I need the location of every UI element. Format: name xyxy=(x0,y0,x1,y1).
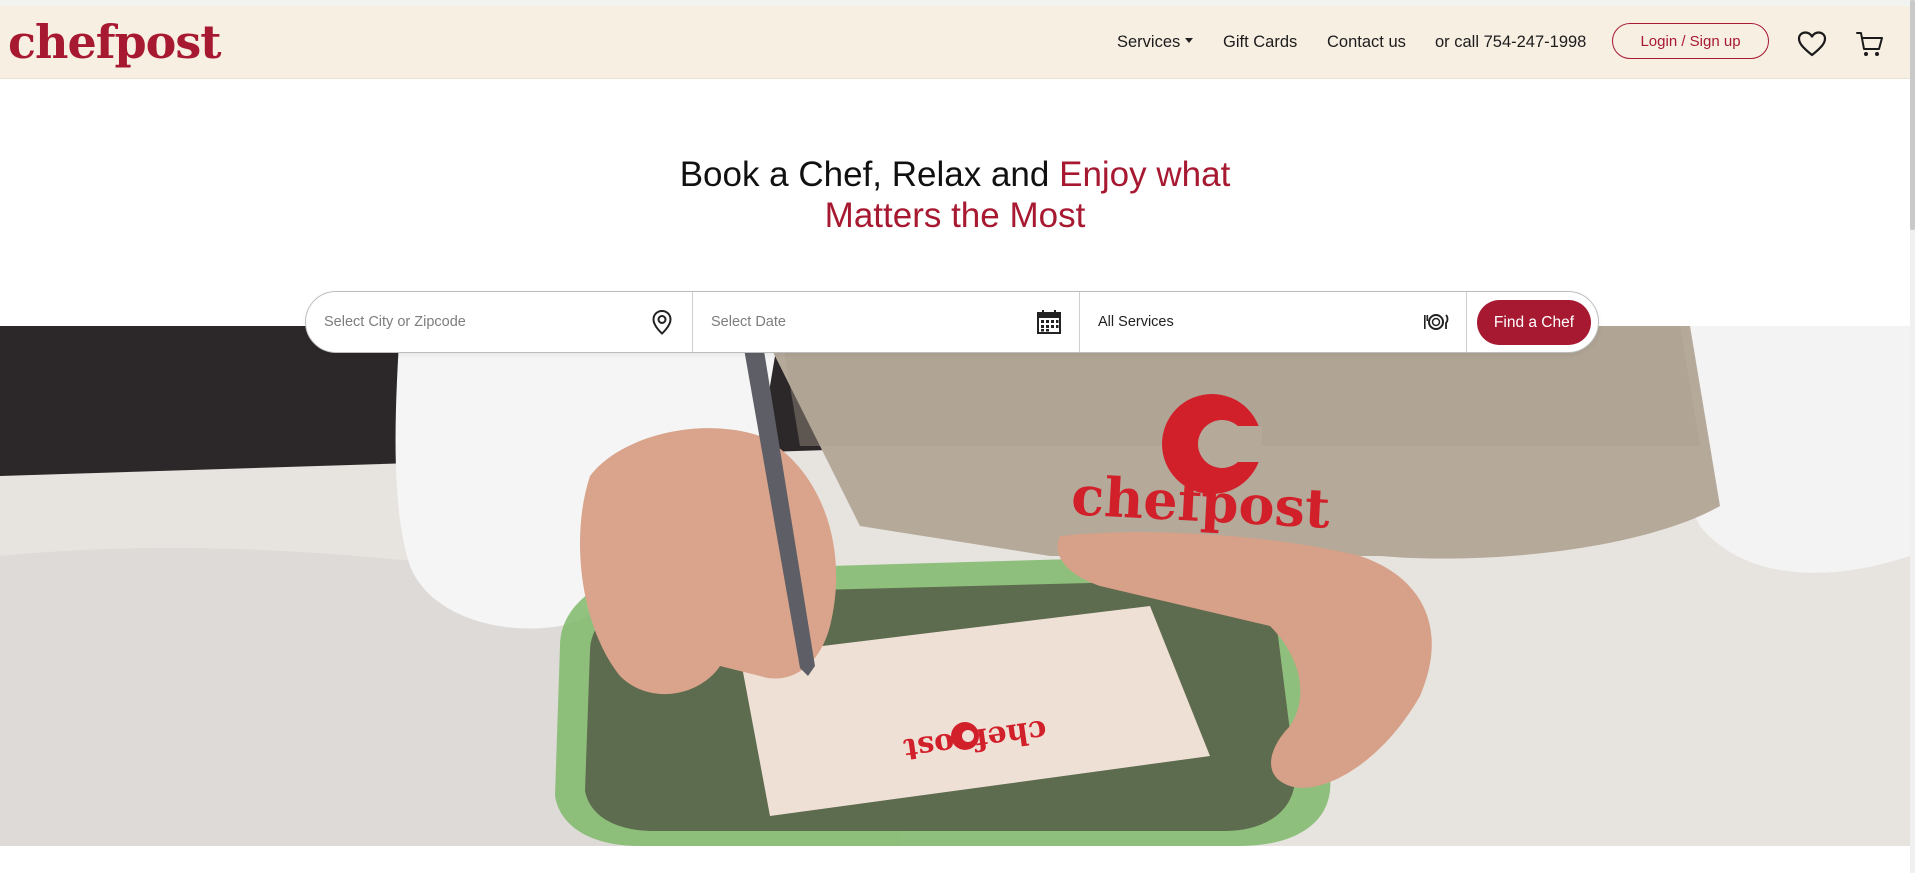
nav-services[interactable]: Services xyxy=(1117,6,1194,78)
service-select-value: All Services xyxy=(1098,314,1174,330)
nav-contact-us[interactable]: Contact us xyxy=(1327,6,1406,78)
nav-services-label: Services xyxy=(1117,32,1181,51)
hero-title-accent-2: Matters the Most xyxy=(824,196,1086,235)
nav-phone-call[interactable]: or call 754-247-1998 xyxy=(1435,6,1586,78)
scrollbar-thumb[interactable] xyxy=(1910,0,1915,230)
site-header: chefpost Services Gift Cards Contact us … xyxy=(0,6,1910,79)
login-signup-button[interactable]: Login / Sign up xyxy=(1612,23,1769,59)
apron-logo-text: chefpost xyxy=(1070,463,1332,540)
hero-title-accent-1: Enjoy what xyxy=(1059,155,1231,194)
service-select[interactable]: All Services xyxy=(1080,292,1467,352)
page-below-fold xyxy=(0,846,1910,873)
location-pin-icon[interactable] xyxy=(648,308,676,336)
city-field[interactable] xyxy=(306,292,693,352)
find-a-chef-button[interactable]: Find a Chef xyxy=(1477,300,1591,345)
search-bar: All Services Find a Chef xyxy=(305,291,1599,353)
city-input[interactable] xyxy=(324,314,624,330)
chefpost-logo[interactable]: chefpost xyxy=(8,14,221,70)
chevron-down-icon xyxy=(1185,37,1194,43)
hero-chef-image: chefpost chefpost xyxy=(0,326,1910,846)
heart-icon[interactable] xyxy=(1797,30,1827,58)
date-field[interactable] xyxy=(693,292,1080,352)
calendar-icon[interactable] xyxy=(1035,308,1063,336)
hero-title-plain: Book a Chef, Relax and xyxy=(679,155,1060,194)
date-input[interactable] xyxy=(711,314,1011,330)
cart-icon[interactable] xyxy=(1855,30,1885,58)
plate-cutlery-icon[interactable] xyxy=(1422,308,1450,336)
nav-gift-cards[interactable]: Gift Cards xyxy=(1223,6,1297,78)
hero-title: Book a Chef, Relax and Enjoy what Matter… xyxy=(0,154,1910,236)
